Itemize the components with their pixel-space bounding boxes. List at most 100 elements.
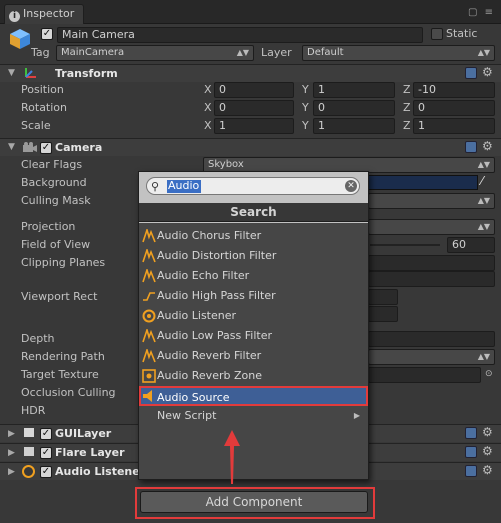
rendering-path-label: Rendering Path — [21, 350, 105, 363]
list-item-label: Audio Echo Filter — [157, 269, 250, 282]
foldout-arrow-icon[interactable]: ▼ — [8, 142, 15, 152]
audio-listener-title: Audio Listener — [55, 465, 146, 478]
gear-icon[interactable]: ⚙ — [482, 65, 493, 79]
object-name-field[interactable]: Main Camera — [57, 27, 423, 43]
audio-source-icon — [143, 390, 152, 402]
help-book-icon[interactable] — [465, 427, 477, 439]
depth-field[interactable] — [368, 331, 495, 347]
list-item-new-script[interactable]: New Script ▶ — [139, 406, 368, 426]
viewport-w-field[interactable] — [368, 306, 398, 322]
list-item-label: Audio Reverb Filter — [157, 349, 262, 362]
layer-dropdown[interactable]: Default ▲▼ — [302, 45, 495, 61]
tag-dropdown[interactable]: MainCamera ▲▼ — [56, 45, 254, 61]
transform-axes-icon — [25, 68, 36, 78]
eyedropper-icon[interactable]: ⁄ — [481, 174, 495, 190]
list-item-label: Audio Chorus Filter — [157, 229, 262, 242]
rotation-x-field[interactable]: 0 — [214, 100, 294, 116]
audio-filter-icon — [142, 269, 156, 283]
target-texture-field[interactable] — [368, 367, 481, 383]
audio-listener-enabled-checkbox[interactable]: ✓ — [40, 466, 52, 478]
foldout-arrow-icon[interactable]: ▶ — [8, 467, 15, 477]
axis-x-label: X — [204, 119, 212, 132]
scale-label: Scale — [21, 119, 51, 132]
guilayer-enabled-checkbox[interactable]: ✓ — [40, 428, 52, 440]
rotation-z-field[interactable]: 0 — [413, 100, 495, 116]
gameobject-cube-icon — [10, 29, 30, 49]
projection-dropdown[interactable]: ▲▼ — [368, 219, 495, 235]
viewport-rect-label: Viewport Rect — [21, 290, 98, 303]
scale-x-field[interactable]: 1 — [214, 118, 294, 134]
position-y-field[interactable]: 1 — [313, 82, 395, 98]
tab-inspector-label: Inspector — [23, 7, 75, 20]
axis-y-label: Y — [302, 83, 309, 96]
viewport-x-field[interactable] — [368, 289, 398, 305]
fov-slider-track[interactable] — [370, 244, 440, 246]
background-color-swatch[interactable] — [368, 175, 478, 190]
position-z-field[interactable]: -10 — [413, 82, 495, 98]
flare-layer-icon — [24, 447, 34, 456]
flare-layer-enabled-checkbox[interactable]: ✓ — [40, 447, 52, 459]
list-item-audio-reverb-filter[interactable]: Audio Reverb Filter — [139, 346, 368, 366]
list-item-audio-echo-filter[interactable]: Audio Echo Filter — [139, 266, 368, 286]
clipping-near-field[interactable] — [368, 255, 495, 271]
tab-inspector[interactable]: i Inspector — [4, 4, 84, 24]
culling-mask-dropdown[interactable]: ▲▼ — [368, 193, 495, 209]
list-item-label: Audio High Pass Filter — [157, 289, 276, 302]
scale-z-field[interactable]: 1 — [413, 118, 495, 134]
position-x-field[interactable]: 0 — [214, 82, 294, 98]
list-item-audio-chorus-filter[interactable]: Audio Chorus Filter — [139, 226, 368, 246]
foldout-arrow-icon[interactable]: ▶ — [8, 429, 15, 439]
list-item-label: Audio Listener — [157, 309, 237, 322]
audio-highpass-icon — [143, 292, 155, 301]
search-input[interactable]: Audio — [168, 179, 199, 192]
list-item-audio-low-pass-filter[interactable]: Audio Low Pass Filter — [139, 326, 368, 346]
static-label: Static — [446, 27, 478, 40]
object-active-checkbox[interactable]: ✓ — [41, 28, 53, 40]
gear-icon[interactable]: ⚙ — [482, 463, 493, 477]
help-book-icon[interactable] — [465, 67, 477, 79]
axis-z-label: Z — [403, 83, 411, 96]
layer-value: Default — [307, 47, 344, 58]
camera-enabled-checkbox[interactable]: ✓ — [40, 142, 52, 154]
dropdown-arrow-icon: ▲▼ — [477, 222, 490, 231]
dropdown-arrow-icon: ▲▼ — [236, 48, 249, 57]
help-book-icon[interactable] — [465, 141, 477, 153]
gear-icon[interactable]: ⚙ — [482, 425, 493, 439]
clipping-far-field[interactable] — [368, 271, 495, 287]
audio-filter-icon — [142, 249, 156, 263]
occlusion-culling-label: Occlusion Culling — [21, 386, 116, 399]
axis-x-label: X — [204, 101, 212, 114]
camera-title: Camera — [55, 141, 103, 154]
help-book-icon[interactable] — [465, 446, 477, 458]
fov-field[interactable]: 60 — [447, 237, 495, 253]
gear-icon[interactable]: ⚙ — [482, 444, 493, 458]
scale-y-field[interactable]: 1 — [313, 118, 395, 134]
gear-icon[interactable]: ⚙ — [482, 139, 493, 153]
rotation-y-field[interactable]: 0 — [313, 100, 395, 116]
list-item-audio-reverb-zone[interactable]: Audio Reverb Zone — [139, 366, 368, 386]
dropdown-arrow-icon: ▲▼ — [477, 48, 490, 57]
position-label: Position — [21, 83, 64, 96]
foldout-arrow-icon[interactable]: ▼ — [8, 68, 15, 78]
foldout-arrow-icon[interactable]: ▶ — [8, 448, 15, 458]
tag-label: Tag — [31, 46, 50, 59]
rendering-path-dropdown[interactable]: ▲▼ — [368, 349, 495, 365]
axis-x-label: X — [204, 83, 212, 96]
add-component-button[interactable]: Add Component — [140, 491, 368, 513]
list-item-audio-high-pass-filter[interactable]: Audio High Pass Filter — [139, 286, 368, 306]
fov-label: Field of View — [21, 238, 91, 251]
culling-mask-label: Culling Mask — [21, 194, 91, 207]
audio-listener-icon — [142, 309, 156, 323]
object-picker-icon[interactable]: ⊙ — [485, 369, 493, 379]
static-checkbox[interactable] — [431, 28, 443, 40]
list-item-audio-distortion-filter[interactable]: Audio Distortion Filter — [139, 246, 368, 266]
list-item-audio-source[interactable]: Audio Source — [139, 386, 368, 406]
list-item-label: Audio Distortion Filter — [157, 249, 277, 262]
clear-search-icon[interactable]: ✕ — [345, 180, 357, 192]
list-item-audio-listener[interactable]: Audio Listener — [139, 306, 368, 326]
audio-reverb-zone-icon — [142, 369, 156, 383]
tab-menu-icons[interactable]: ▢ ≡ — [468, 7, 495, 18]
help-book-icon[interactable] — [465, 465, 477, 477]
list-item-label: New Script — [157, 409, 217, 422]
layer-label: Layer — [261, 46, 292, 59]
